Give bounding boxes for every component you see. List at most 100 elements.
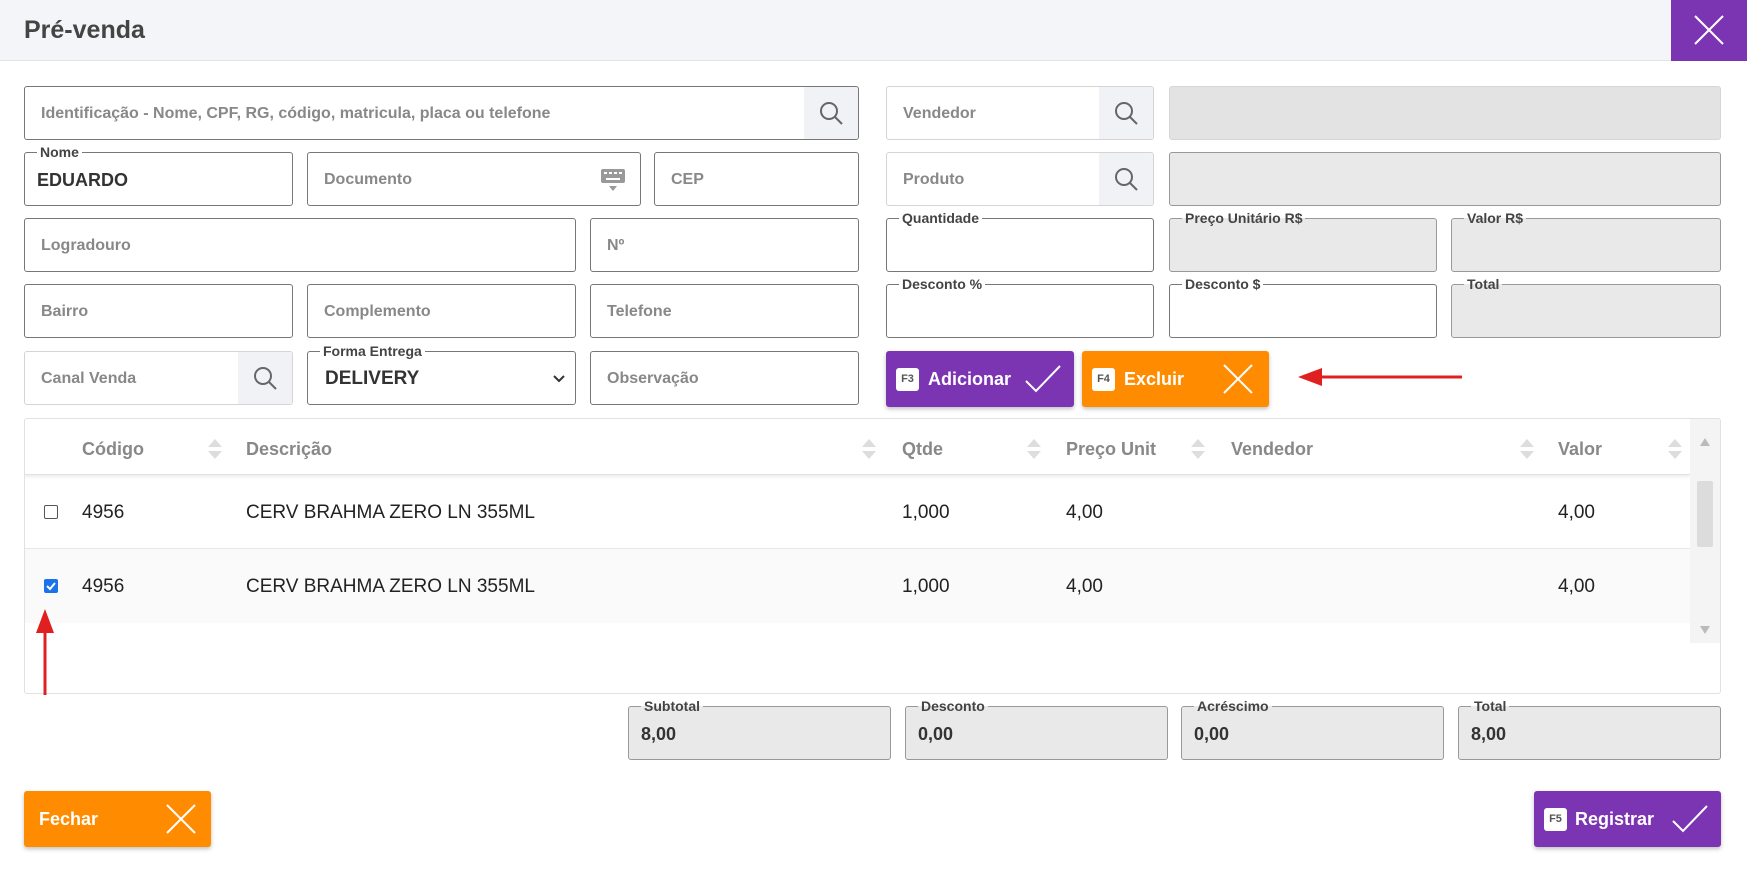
preco-unitario-label: Preço Unitário R$ bbox=[1182, 210, 1306, 226]
sort-icon[interactable] bbox=[861, 437, 877, 461]
sort-icon[interactable] bbox=[1190, 437, 1206, 461]
close-modal-button[interactable] bbox=[1671, 0, 1747, 61]
fechar-button[interactable]: Fechar bbox=[24, 791, 211, 847]
bairro-field[interactable]: Bairro bbox=[24, 284, 293, 338]
valor-field: Valor R$ bbox=[1451, 210, 1721, 272]
cell-descricao: CERV BRAHMA ZERO LN 355ML bbox=[246, 576, 535, 597]
annotation-arrow-left bbox=[1298, 368, 1462, 386]
keyboard-icon[interactable] bbox=[600, 167, 626, 193]
desconto-total-value: 0,00 bbox=[918, 724, 954, 744]
cell-valor: 4,00 bbox=[1558, 576, 1595, 597]
col-codigo-header[interactable]: Código bbox=[82, 439, 144, 460]
numero-field[interactable]: Nº bbox=[590, 218, 859, 272]
sort-icon[interactable] bbox=[1667, 437, 1683, 461]
canal-venda-search-field[interactable]: Canal Venda bbox=[24, 351, 293, 405]
forma-entrega-value: DELIVERY bbox=[325, 368, 420, 389]
documento-field[interactable]: Documento bbox=[307, 152, 641, 206]
annotation-arrow-up bbox=[36, 609, 54, 695]
cell-codigo: 4956 bbox=[82, 576, 125, 597]
quantidade-field[interactable]: Quantidade bbox=[886, 210, 1154, 272]
telefone-placeholder: Telefone bbox=[607, 303, 672, 320]
logradouro-field[interactable]: Logradouro bbox=[24, 218, 576, 272]
nome-value: EDUARDO bbox=[37, 170, 129, 190]
cep-placeholder: CEP bbox=[671, 171, 704, 188]
cell-preco: 4,00 bbox=[1066, 576, 1103, 597]
registrar-button[interactable]: F5 Registrar bbox=[1534, 791, 1721, 847]
produto-search-field[interactable]: Produto bbox=[886, 152, 1154, 206]
vendedor-search-field[interactable]: Vendedor bbox=[886, 86, 1154, 140]
excluir-button[interactable]: F4 Excluir bbox=[1082, 351, 1269, 407]
acrescimo-value: 0,00 bbox=[1194, 724, 1230, 744]
desconto-total-field: Desconto 0,00 bbox=[905, 698, 1168, 760]
f4-key-badge: F4 bbox=[1092, 368, 1115, 391]
acrescimo-label: Acréscimo bbox=[1194, 698, 1272, 714]
close-icon bbox=[1694, 15, 1724, 45]
cell-descricao: CERV BRAHMA ZERO LN 355ML bbox=[246, 502, 535, 523]
col-vendedor-header[interactable]: Vendedor bbox=[1231, 439, 1313, 460]
sort-icon[interactable] bbox=[1519, 437, 1535, 461]
col-preco-header[interactable]: Preço Unit bbox=[1066, 439, 1156, 460]
nome-field[interactable]: Nome EDUARDO bbox=[24, 144, 293, 206]
nome-label: Nome bbox=[37, 144, 82, 160]
cell-qtde: 1,000 bbox=[902, 502, 950, 523]
subtotal-label: Subtotal bbox=[641, 698, 703, 714]
search-icon bbox=[1115, 168, 1138, 191]
search-icon bbox=[820, 102, 843, 125]
complemento-field[interactable]: Complemento bbox=[307, 284, 576, 338]
logradouro-placeholder: Logradouro bbox=[41, 237, 131, 254]
adicionar-button[interactable]: F3 Adicionar bbox=[886, 351, 1074, 407]
canal-venda-search-button[interactable] bbox=[238, 352, 292, 404]
preco-unitario-field: Preço Unitário R$ bbox=[1169, 210, 1437, 272]
col-descricao-header[interactable]: Descrição bbox=[246, 439, 332, 460]
documento-placeholder: Documento bbox=[324, 171, 412, 188]
table-scrollbar[interactable] bbox=[1690, 419, 1720, 643]
col-valor-header[interactable]: Valor bbox=[1558, 439, 1602, 460]
col-qtde-header[interactable]: Qtde bbox=[902, 439, 943, 460]
identification-placeholder: Identificação - Nome, CPF, RG, código, m… bbox=[41, 105, 551, 122]
cell-codigo: 4956 bbox=[82, 502, 125, 523]
f5-key-badge: F5 bbox=[1544, 808, 1567, 831]
bairro-placeholder: Bairro bbox=[41, 303, 89, 320]
sort-icon[interactable] bbox=[207, 437, 223, 461]
identification-search-field[interactable]: Identificação - Nome, CPF, RG, código, m… bbox=[24, 86, 859, 140]
acrescimo-field: Acréscimo 0,00 bbox=[1181, 698, 1444, 760]
telefone-field[interactable]: Telefone bbox=[590, 284, 859, 338]
row-checkbox[interactable] bbox=[44, 579, 58, 593]
table-row[interactable]: 4956 CERV BRAHMA ZERO LN 355ML 1,000 4,0… bbox=[25, 549, 1690, 623]
cell-valor: 4,00 bbox=[1558, 502, 1595, 523]
forma-entrega-select[interactable]: Forma Entrega DELIVERY bbox=[307, 343, 576, 405]
table-row[interactable]: 4956 CERV BRAHMA ZERO LN 355ML 1,000 4,0… bbox=[25, 475, 1690, 549]
total-item-field: Total bbox=[1451, 276, 1721, 338]
chevron-down-icon bbox=[553, 375, 565, 383]
scroll-down-icon[interactable] bbox=[1699, 625, 1711, 635]
desconto-percent-field[interactable]: Desconto % bbox=[886, 276, 1154, 338]
scrollbar-thumb[interactable] bbox=[1697, 481, 1713, 547]
desconto-total-label: Desconto bbox=[918, 698, 988, 714]
total-item-label: Total bbox=[1464, 276, 1503, 292]
row-checkbox[interactable] bbox=[44, 505, 58, 519]
desconto-valor-field[interactable]: Desconto $ bbox=[1169, 276, 1437, 338]
observacao-field[interactable]: Observação bbox=[590, 351, 859, 405]
check-icon bbox=[1025, 365, 1061, 393]
identification-search-button[interactable] bbox=[804, 87, 858, 139]
scroll-up-icon[interactable] bbox=[1699, 437, 1711, 447]
total-field: Total 8,00 bbox=[1458, 698, 1721, 760]
subtotal-field: Subtotal 8,00 bbox=[628, 698, 891, 760]
vendedor-search-button[interactable] bbox=[1099, 87, 1153, 139]
canal-venda-placeholder: Canal Venda bbox=[41, 370, 137, 387]
close-icon bbox=[166, 804, 196, 834]
registrar-label: Registrar bbox=[1575, 809, 1655, 829]
sort-icon[interactable] bbox=[1026, 437, 1042, 461]
page-title: Pré-venda bbox=[24, 16, 145, 44]
adicionar-label: Adicionar bbox=[928, 369, 1012, 389]
cep-field[interactable]: CEP bbox=[654, 152, 859, 206]
search-icon bbox=[254, 367, 277, 390]
excluir-label: Excluir bbox=[1124, 369, 1185, 389]
forma-entrega-label: Forma Entrega bbox=[320, 343, 425, 359]
produto-search-button[interactable] bbox=[1099, 153, 1153, 205]
vendedor-placeholder: Vendedor bbox=[903, 105, 976, 122]
desconto-percent-label: Desconto % bbox=[899, 276, 986, 292]
items-table: Código Descrição Qtde Preço Unit Vendedo… bbox=[24, 418, 1721, 694]
checkmark-icon bbox=[46, 582, 56, 591]
produto-name-display bbox=[1169, 152, 1721, 206]
